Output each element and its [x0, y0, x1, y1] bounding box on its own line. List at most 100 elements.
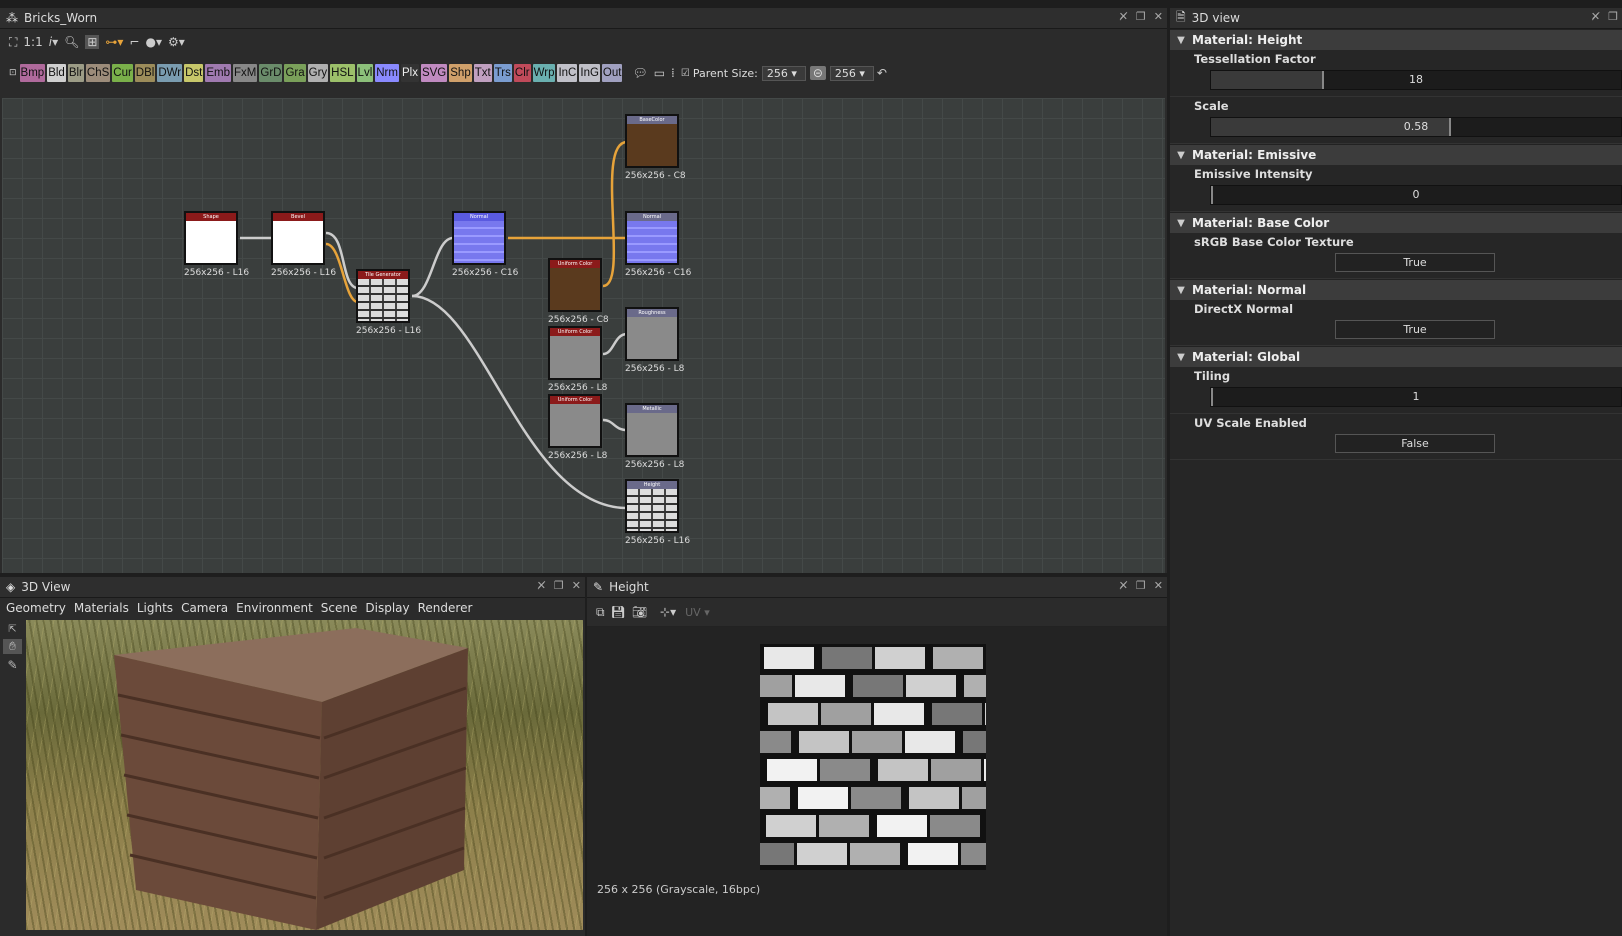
chip-hsl[interactable]: HSL	[330, 64, 355, 82]
chip-cur[interactable]: Cur	[112, 64, 133, 82]
save-icon[interactable]: 💾︎	[611, 605, 626, 619]
menu-geometry[interactable]: Geometry	[6, 601, 66, 615]
chip-inc[interactable]: InC	[557, 64, 578, 82]
chip-bld[interactable]: Bld	[47, 64, 66, 82]
output-normal-node[interactable]: Normal	[625, 211, 679, 265]
properties-float-icon[interactable]: ❐	[1608, 10, 1618, 23]
viewport-3d[interactable]	[26, 620, 583, 930]
copy-icon[interactable]: ⧉	[596, 605, 605, 620]
shape-node[interactable]: Shape	[184, 211, 238, 265]
output-roughness-node[interactable]: Roughness	[625, 307, 679, 361]
chip-out[interactable]: Out	[601, 64, 623, 82]
section-header[interactable]: ▼ Material: Base Color	[1170, 212, 1622, 233]
menu-scene[interactable]: Scene	[321, 601, 358, 615]
pin-icon[interactable]: ✕̸	[1119, 10, 1128, 23]
chip-bmp[interactable]: Bmp	[19, 64, 46, 82]
property-toggle-button[interactable]: False	[1335, 434, 1495, 453]
chip-grd[interactable]: GrD	[259, 64, 283, 82]
float-icon[interactable]: ❐	[1136, 10, 1146, 23]
frame-icon[interactable]: ⌐	[129, 35, 139, 49]
height-pin-icon[interactable]: ✕̸	[1119, 579, 1128, 592]
property-toggle-button[interactable]: True	[1335, 253, 1495, 272]
chip-clr[interactable]: Clr	[513, 64, 531, 82]
settings-icon[interactable]: ⚙▾	[168, 35, 185, 49]
chip-dwr[interactable]: DWr	[157, 64, 183, 82]
pin-toggle-icon[interactable]: ⊡	[9, 68, 17, 78]
node-graph-canvas[interactable]: Shape 256x256 - L16 Bevel 256x256 - L16 Tile…	[2, 98, 1165, 573]
menu-environment[interactable]: Environment	[236, 601, 313, 615]
chip-wrp[interactable]: Wrp	[532, 64, 556, 82]
reset-icon[interactable]: ↶	[877, 66, 887, 80]
height-viewport[interactable]: 256 x 256 (Grayscale, 16bpc)	[587, 627, 1167, 936]
info-icon[interactable]: i▾	[49, 35, 58, 49]
chip-blr[interactable]: Blr	[67, 64, 84, 82]
property-slider[interactable]: 1	[1210, 387, 1622, 407]
fit-icon[interactable]: ⛶	[9, 35, 17, 50]
collapse-triangle-icon[interactable]: ▼	[1170, 35, 1192, 46]
chip-plx[interactable]: Plx	[400, 64, 419, 82]
chip-nrm[interactable]: Nrm	[375, 64, 399, 82]
chip-trs[interactable]: Trs	[493, 64, 512, 82]
output-height-node[interactable]: Height	[625, 479, 679, 533]
collapse-triangle-icon[interactable]: ▼	[1170, 285, 1192, 296]
chip-dst[interactable]: Dst	[184, 64, 204, 82]
chip-shp[interactable]: Shp	[449, 64, 472, 82]
chip-emb[interactable]: Emb	[205, 64, 232, 82]
chip-gra[interactable]: Gra	[284, 64, 306, 82]
link-size-icon[interactable]: ⊝	[809, 66, 826, 80]
properties-pin-icon[interactable]: ✕̸	[1591, 10, 1600, 23]
menu-lights[interactable]: Lights	[137, 601, 173, 615]
menu-renderer[interactable]: Renderer	[418, 601, 473, 615]
output-metallic-node[interactable]: Metallic	[625, 403, 679, 457]
chip-fxm[interactable]: FxM	[233, 64, 258, 82]
collapse-triangle-icon[interactable]: ▼	[1170, 150, 1192, 161]
collapse-triangle-icon[interactable]: ▼	[1170, 218, 1192, 229]
export-icon[interactable]: ⇱	[0, 624, 25, 635]
view3d-close-icon[interactable]: ✕	[572, 579, 581, 592]
property-toggle-button[interactable]: True	[1335, 320, 1495, 339]
light-tool-icon[interactable]: ✎	[0, 658, 25, 672]
frame-add-icon[interactable]: ▭	[654, 66, 665, 80]
property-slider[interactable]: 0.58	[1210, 117, 1622, 137]
section-header[interactable]: ▼ Material: Normal	[1170, 279, 1622, 300]
height-float-icon[interactable]: ❐	[1136, 579, 1146, 592]
output-basecolor-node[interactable]: BaseColor	[625, 114, 679, 168]
menu-camera[interactable]: Camera	[181, 601, 228, 615]
height-close-icon[interactable]: ✕	[1154, 579, 1163, 592]
size-select[interactable]: 256 ▾	[829, 65, 874, 81]
tile-generator-node[interactable]: Tile Generator	[356, 269, 410, 323]
uv-dropdown[interactable]: UV ▾	[685, 606, 710, 619]
chip-lvl[interactable]: Lvl	[356, 64, 374, 82]
zoom-1to1-button[interactable]: 1:1	[23, 35, 42, 49]
snap-icon[interactable]: ⊞	[85, 35, 100, 49]
chip-chs[interactable]: ChS	[85, 64, 111, 82]
collapse-triangle-icon[interactable]: ▼	[1170, 352, 1192, 363]
search-icon[interactable]: 🔍︎	[64, 35, 79, 49]
property-slider[interactable]: 18	[1210, 70, 1622, 90]
chip-ing[interactable]: InG	[579, 64, 600, 82]
pin-add-icon[interactable]: ⁞	[671, 66, 675, 80]
menu-materials[interactable]: Materials	[74, 601, 129, 615]
chip-dbl[interactable]: DBl	[134, 64, 156, 82]
color-picker-icon[interactable]: ●▾	[145, 35, 162, 49]
hand-tool-icon[interactable]: ✋︎	[3, 639, 22, 654]
link-style-icon[interactable]: ⊶▾	[105, 35, 123, 49]
uniform-color-brown-node[interactable]: Uniform Color	[548, 258, 602, 312]
parent-size-checkbox[interactable]: ☑	[681, 68, 690, 79]
view3d-pin-icon[interactable]: ✕̸	[537, 579, 546, 592]
view3d-float-icon[interactable]: ❐	[554, 579, 564, 592]
chip-txt[interactable]: Txt	[473, 64, 492, 82]
bevel-node[interactable]: Bevel	[271, 211, 325, 265]
camera-icon[interactable]: 📷︎	[632, 605, 647, 619]
close-icon[interactable]: ✕	[1154, 10, 1163, 23]
uniform-color-gray-node-1[interactable]: Uniform Color	[548, 326, 602, 380]
comment-icon[interactable]: 💬︎	[632, 66, 647, 80]
chip-svg[interactable]: SVG	[420, 64, 448, 82]
section-header[interactable]: ▼ Material: Height	[1170, 29, 1622, 50]
chip-gry[interactable]: Gry	[307, 64, 329, 82]
normal-node[interactable]: Normal	[452, 211, 506, 265]
section-header[interactable]: ▼ Material: Global	[1170, 346, 1622, 367]
section-header[interactable]: ▼ Material: Emissive	[1170, 144, 1622, 165]
uniform-color-gray-node-2[interactable]: Uniform Color	[548, 394, 602, 448]
parent-size-select[interactable]: 256 ▾	[761, 65, 806, 81]
